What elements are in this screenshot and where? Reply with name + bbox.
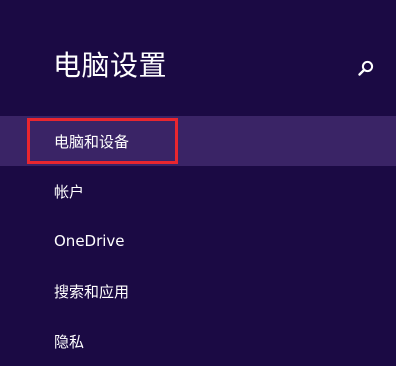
nav-item-label: 电脑和设备 <box>54 132 130 151</box>
header: 电脑设置 <box>0 0 396 110</box>
nav-item-label: 搜索和应用 <box>54 282 130 301</box>
nav-item-label: 帐户 <box>54 182 85 201</box>
nav-item-search-and-apps[interactable]: 搜索和应用 <box>0 266 396 316</box>
nav-item-pc-and-devices[interactable]: 电脑和设备 <box>0 116 396 166</box>
page-title: 电脑设置 <box>53 49 168 82</box>
nav-item-label: OneDrive <box>54 232 125 250</box>
nav-item-label: 隐私 <box>54 332 85 351</box>
nav-item-accounts[interactable]: 帐户 <box>0 166 396 216</box>
nav-item-onedrive[interactable]: OneDrive <box>0 216 396 266</box>
search-button[interactable] <box>352 54 380 82</box>
search-icon <box>357 59 375 77</box>
nav-item-privacy[interactable]: 隐私 <box>0 316 396 366</box>
